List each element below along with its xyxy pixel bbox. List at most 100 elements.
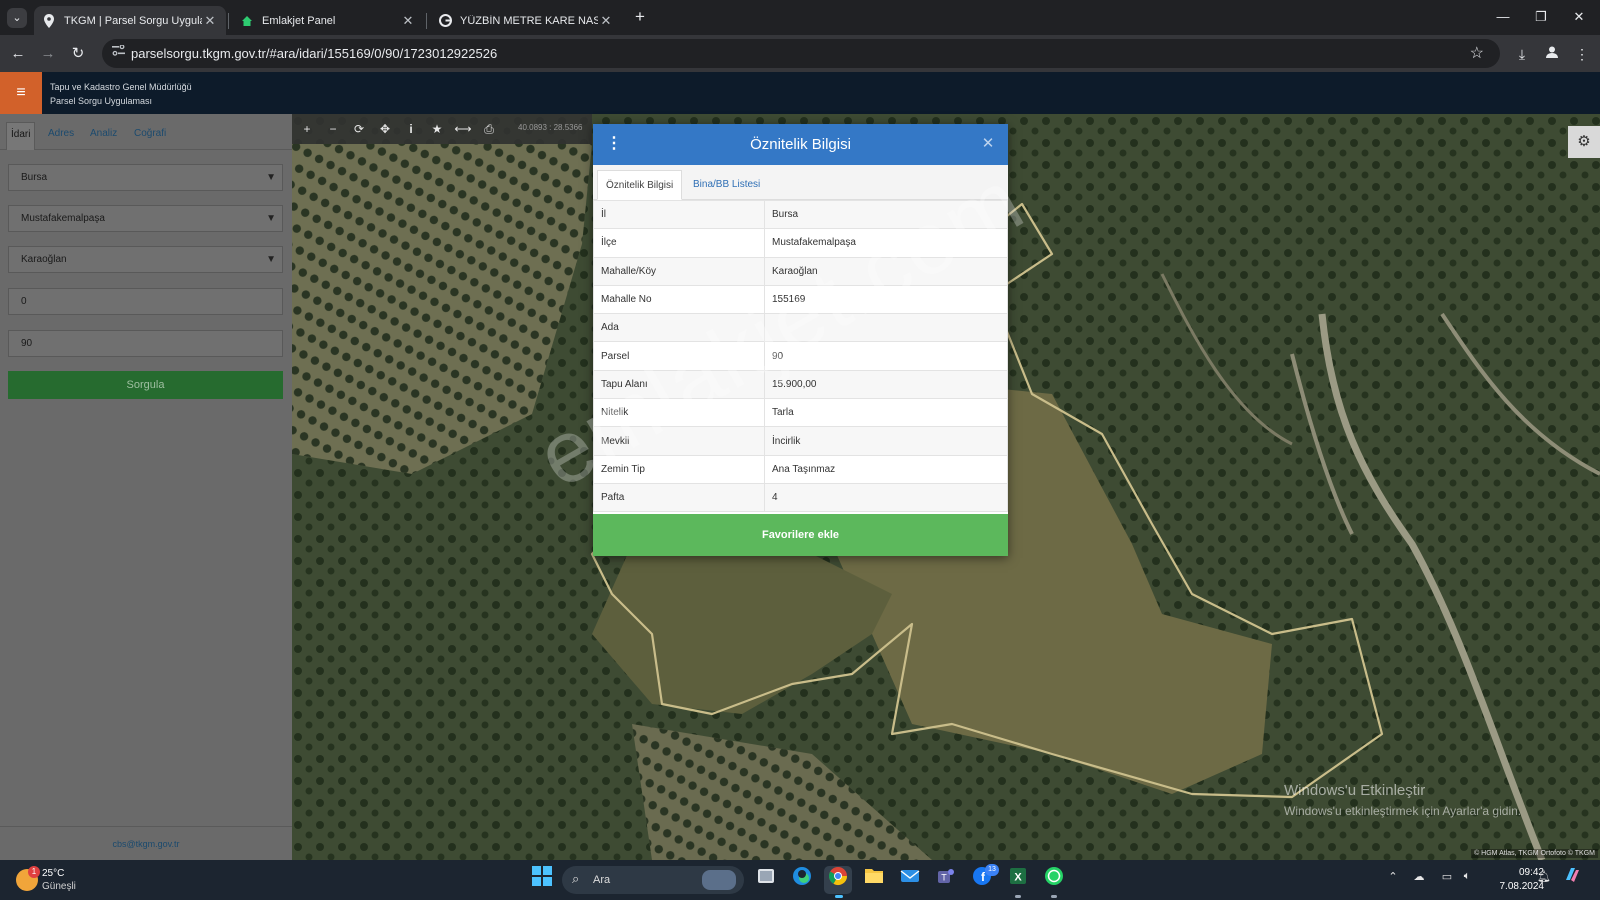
browser-tab-google[interactable]: YÜZBİN METRE KARE NASIL YA ✕ — [430, 6, 622, 35]
mahalle-select[interactable]: Karaoğlan ▼ — [8, 246, 283, 273]
ada-input[interactable]: 0 — [8, 288, 283, 315]
attribute-value: Ana Taşınmaz — [764, 454, 1008, 484]
active-app-indicator — [835, 895, 843, 898]
task-view-icon[interactable] — [752, 866, 780, 894]
ada-input-value: 0 — [21, 296, 27, 307]
edge-browser-icon[interactable] — [788, 866, 816, 894]
tab-bina-bb-listesi[interactable]: Bina/BB Listesi — [685, 170, 768, 200]
dialog-header: Öznitelik Bilgisi ⋮ ✕ — [593, 124, 1008, 165]
attribute-key: Mahalle/Köy — [593, 256, 765, 286]
address-bar[interactable]: parselsorgu.tkgm.gov.tr/#ara/idari/15516… — [102, 39, 1500, 68]
chevron-down-icon: ▼ — [266, 213, 276, 224]
close-window-icon[interactable]: ✕ — [1566, 6, 1592, 28]
browser-tab-emlakjet[interactable]: Emlakjet Panel ✕ — [232, 6, 424, 35]
tab-cografi[interactable]: Coğrafi — [130, 122, 170, 150]
weather-badge: 1 — [28, 866, 40, 878]
close-tab-icon[interactable]: ✕ — [202, 13, 218, 29]
tab-search-button[interactable]: ⌄ — [7, 8, 27, 28]
map-settings-gear-icon[interactable]: ⚙ — [1568, 126, 1600, 158]
tab-analiz[interactable]: Analiz — [86, 122, 121, 150]
network-icon[interactable]: ▭ — [1438, 870, 1456, 883]
tab-oznitelik-bilgisi[interactable]: Öznitelik Bilgisi — [597, 170, 683, 200]
google-icon — [438, 14, 452, 28]
tab-title: TKGM | Parsel Sorgu Uygulaması — [64, 14, 202, 27]
search-highlight-icon — [702, 870, 736, 890]
attribute-key: İlçe — [593, 228, 765, 258]
onedrive-cloud-icon[interactable]: ☁ — [1410, 870, 1428, 883]
new-tab-button[interactable]: + — [630, 8, 650, 28]
tab-idari[interactable]: İdari — [6, 122, 36, 150]
hamburger-menu-icon[interactable]: ≡ — [0, 72, 42, 114]
zoom-out-icon[interactable]: − — [323, 119, 343, 139]
parsel-input[interactable]: 90 — [8, 330, 283, 357]
dialog-menu-kebab-icon[interactable]: ⋮ — [606, 134, 622, 154]
more-menu-icon[interactable]: ⋮ — [1570, 42, 1594, 66]
file-explorer-icon[interactable] — [860, 866, 888, 894]
bookmark-star-icon[interactable]: ☆ — [1470, 43, 1484, 63]
zoom-in-icon[interactable]: + — [297, 119, 317, 139]
sidebar-tabs: İdari Adres Analiz Coğrafi — [0, 114, 292, 150]
map-pin-icon — [42, 13, 56, 28]
teams-icon[interactable]: T — [932, 866, 960, 894]
add-to-favorites-button[interactable]: Favorilere ekle — [593, 514, 1008, 556]
show-hidden-icons-chevron-icon[interactable]: ⌃ — [1384, 870, 1402, 883]
app-title-line1: Tapu ve Kadastro Genel Müdürlüğü — [50, 82, 192, 92]
favorites-star-icon[interactable]: ★ — [427, 119, 447, 139]
notification-count-badge: 13 — [985, 864, 999, 876]
close-tab-icon[interactable]: ✕ — [400, 13, 416, 29]
url-text: parselsorgu.tkgm.gov.tr/#ara/idari/15516… — [131, 46, 498, 61]
table-row: Pafta 4 — [593, 482, 1008, 513]
taskbar-search-text: Ara — [593, 874, 611, 886]
taskbar-search-box[interactable]: ⌕ Ara — [562, 866, 744, 894]
excel-icon[interactable]: X — [1004, 866, 1032, 894]
reload-icon[interactable]: ↻ — [66, 42, 90, 66]
windows-start-icon[interactable] — [528, 866, 556, 894]
dialog-title: Öznitelik Bilgisi — [750, 136, 851, 153]
info-icon[interactable]: i — [401, 119, 421, 139]
attribute-key: Pafta — [593, 482, 765, 513]
weather-temperature[interactable]: 25°C — [42, 868, 64, 879]
running-app-indicator — [1051, 895, 1057, 898]
chrome-browser-icon[interactable] — [824, 866, 852, 894]
tab-title: Emlakjet Panel — [262, 14, 336, 27]
contact-email-link[interactable]: cbs@tkgm.gov.tr — [0, 826, 292, 860]
attribute-value: 4 — [764, 482, 1008, 513]
profile-icon[interactable] — [1540, 42, 1564, 66]
close-tab-icon[interactable]: ✕ — [598, 13, 614, 29]
site-settings-icon[interactable] — [110, 44, 127, 62]
parsel-input-value: 90 — [21, 338, 33, 349]
windows-taskbar: 1 25°C Güneşli ⌕ Ara T f 13 X ⌃ ☁ ▭ 🔈︎ 0… — [0, 860, 1600, 900]
tab-title: YÜZBİN METRE KARE NASIL YA — [460, 14, 598, 27]
whatsapp-icon[interactable] — [1040, 866, 1068, 894]
query-sidebar: İdari Adres Analiz Coğrafi Bursa ▼ Musta… — [0, 114, 292, 860]
il-select[interactable]: Bursa ▼ — [8, 164, 283, 191]
tab-adres[interactable]: Adres — [44, 122, 78, 150]
minimize-icon[interactable]: — — [1490, 6, 1516, 28]
notification-bell-icon[interactable]: 🔔︎ — [1535, 870, 1553, 883]
copilot-icon[interactable] — [1560, 866, 1584, 894]
browser-tab-tkgm[interactable]: TKGM | Parsel Sorgu Uygulaması ✕ — [34, 6, 226, 35]
restore-icon[interactable]: ❐ — [1528, 6, 1554, 28]
download-icon[interactable]: ⤓ — [1510, 42, 1534, 66]
weather-description[interactable]: Güneşli — [42, 881, 76, 892]
ilce-select[interactable]: Mustafakemalpaşa ▼ — [8, 205, 283, 232]
windows-activation-title: Windows'u Etkinleştir — [1284, 782, 1426, 799]
il-select-value: Bursa — [21, 172, 48, 183]
svg-text:X: X — [1014, 872, 1022, 884]
forward-icon[interactable]: → — [36, 42, 60, 66]
sorgula-button[interactable]: Sorgula — [8, 371, 283, 399]
print-icon[interactable]: ⎙ — [479, 119, 499, 139]
home-icon — [240, 14, 254, 28]
measure-icon[interactable]: ⟷ — [453, 119, 473, 139]
full-extent-icon[interactable]: ✥ — [375, 119, 395, 139]
attribute-value: İncirlik — [764, 426, 1008, 456]
back-icon[interactable]: ← — [6, 42, 30, 66]
search-icon: ⌕ — [572, 871, 580, 886]
refresh-icon[interactable]: ⟳ — [349, 119, 369, 139]
chevron-down-icon: ▼ — [266, 172, 276, 183]
mail-icon[interactable] — [896, 866, 924, 894]
tab-divider — [426, 13, 427, 29]
mahalle-select-value: Karaoğlan — [21, 254, 67, 265]
chevron-down-icon: ▼ — [266, 254, 276, 265]
volume-icon[interactable]: 🔈︎ — [1458, 870, 1476, 883]
